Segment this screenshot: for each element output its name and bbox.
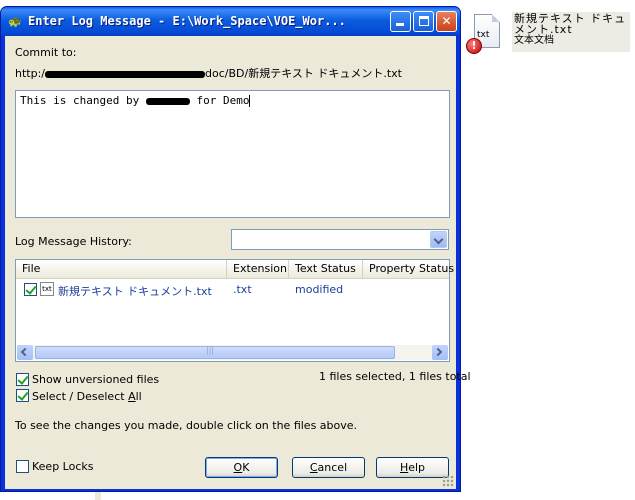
select-all-label[interactable]: Select / Deselect All (32, 390, 142, 403)
help-button[interactable]: Help (376, 457, 449, 478)
hint-text: To see the changes you made, double clic… (15, 419, 358, 432)
text-file-icon: txt (40, 282, 54, 296)
desktop-file-type: 文本文档 (514, 35, 554, 46)
cancel-label: ancel (317, 461, 348, 474)
title-bar[interactable]: 🐢 Enter Log Message - E:\Work_Space\VOE_… (1, 7, 460, 36)
ok-accel: O (233, 461, 243, 474)
changed-files-list[interactable]: File Extension Text Status Property Stat… (15, 259, 454, 362)
show-unversioned-checkbox[interactable] (16, 373, 29, 386)
column-extension[interactable]: Extension (227, 260, 289, 279)
column-property-status[interactable]: Property Status (363, 260, 454, 279)
help-label: elp (408, 461, 426, 474)
column-file[interactable]: File (16, 260, 227, 279)
minimize-button[interactable] (390, 11, 411, 32)
dialog-body: Commit to: http:/ doc/BD/新規テキスト ドキュメント.tx… (5, 36, 471, 489)
close-icon: ✕ (441, 14, 452, 28)
text-cursor (249, 95, 251, 107)
maximize-button[interactable] (413, 11, 434, 32)
horizontal-scrollbar[interactable]: ||| (17, 345, 448, 360)
scroll-thumb[interactable]: ||| (35, 346, 395, 359)
extension-cell: .txt (233, 283, 252, 296)
file-name-cell: 新規テキスト ドキュメント.txt (58, 285, 212, 298)
redacted-url-segment (45, 70, 205, 78)
arrow-left-icon (20, 347, 30, 357)
message-text-end: for Demo (196, 94, 250, 107)
log-message-dialog: 🐢 Enter Log Message - E:\Work_Space\VOE_… (0, 6, 471, 492)
history-label: Log Message History: (15, 235, 132, 248)
log-message-editor[interactable]: This is changed by for Demo (15, 90, 450, 218)
cancel-button[interactable]: Cancel (292, 457, 365, 478)
column-text-status[interactable]: Text Status (289, 260, 363, 279)
select-all-accel: A (128, 390, 136, 403)
show-unversioned-label[interactable]: Show unversioned files (32, 373, 159, 386)
scroll-left-button[interactable] (17, 345, 33, 360)
arrow-right-icon (433, 347, 443, 357)
selection-status: 1 files selected, 1 files total (319, 370, 471, 383)
error-badge-icon: ! (466, 38, 482, 54)
history-dropdown-button[interactable] (430, 231, 447, 248)
cancel-accel: C (309, 461, 318, 474)
file-extension-label: txt (477, 30, 490, 40)
grip-icon: ||| (206, 346, 215, 355)
commit-url-prefix: http:/ (15, 67, 45, 80)
desktop-file-icon[interactable]: txt ! (466, 12, 506, 56)
resize-grip[interactable] (442, 475, 454, 487)
ok-button[interactable]: OK (205, 457, 278, 478)
background-sliver (95, 492, 101, 500)
commit-to-label: Commit to: (15, 46, 77, 59)
list-header: File Extension Text Status Property Stat… (16, 260, 454, 279)
tortoise-app-icon: 🐢 (8, 15, 22, 28)
commit-url-suffix: doc/BD/新規テキスト ドキュメント.txt (205, 67, 402, 80)
help-accel: H (399, 461, 409, 474)
minimize-icon (396, 23, 404, 26)
redacted-username (145, 97, 190, 105)
select-all-checkbox[interactable] (16, 389, 29, 402)
file-row-checkbox[interactable] (24, 283, 37, 296)
history-combobox[interactable] (231, 229, 449, 250)
window-title: Enter Log Message - E:\Work_Space\VOE_Wo… (28, 14, 346, 28)
keep-locks-label[interactable]: Keep Locks (32, 460, 94, 473)
select-all-text-end: ll (135, 390, 142, 403)
maximize-icon (419, 16, 429, 26)
select-all-text: Select / Deselect (32, 390, 129, 403)
commit-url: http:/ doc/BD/新規テキスト ドキュメント.txt (15, 65, 402, 81)
ok-label: K (242, 461, 250, 474)
message-text-start: This is changed by (20, 94, 140, 107)
chevron-down-icon (433, 234, 444, 245)
desktop-file-label[interactable]: 新規テキスト ドキュメント.txt 文本文档 (512, 12, 630, 52)
scroll-right-button[interactable] (432, 345, 448, 360)
table-row[interactable]: txt 新規テキスト ドキュメント.txt .txt modified (16, 282, 449, 298)
text-status-cell: modified (295, 283, 344, 296)
close-button[interactable]: ✕ (436, 11, 457, 32)
keep-locks-checkbox[interactable] (16, 460, 29, 473)
desktop-file-name: 新規テキスト ドキュメント.txt (514, 12, 627, 36)
